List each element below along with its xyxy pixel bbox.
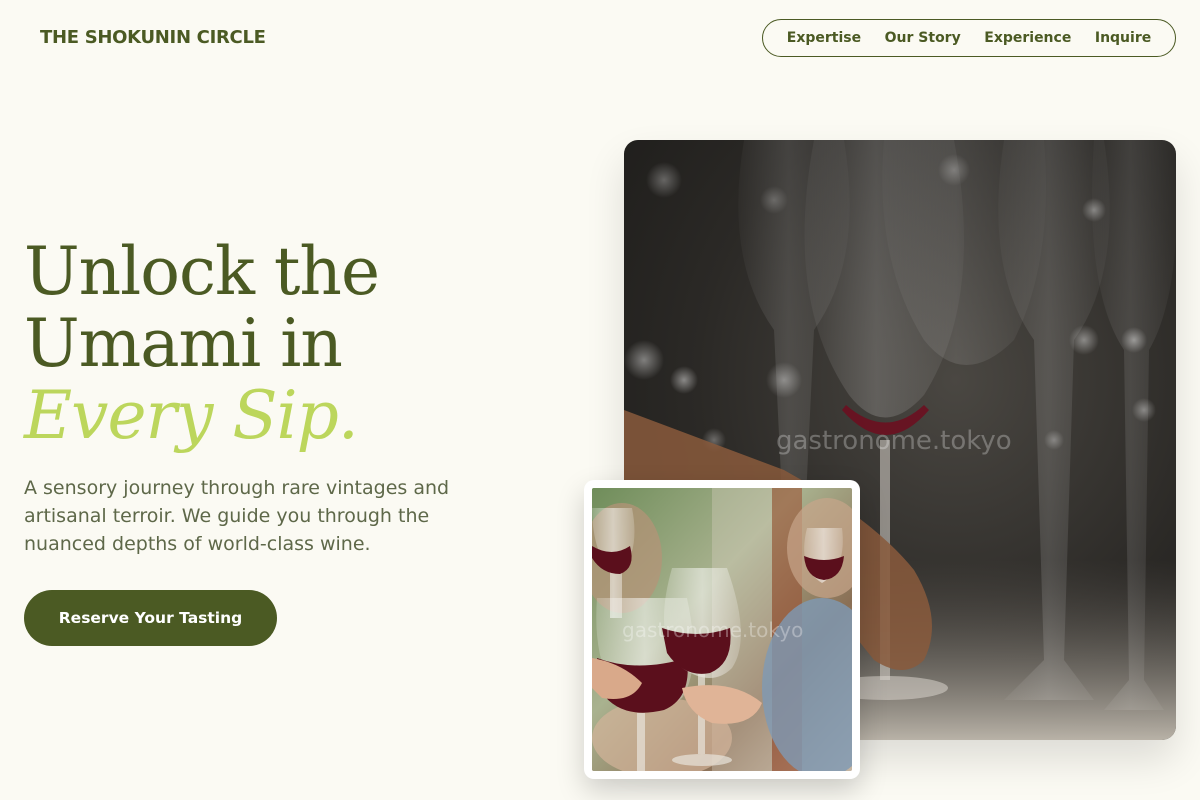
toast-illustration [592,488,852,771]
nav-link-inquire[interactable]: Inquire [1095,30,1151,46]
hero-title-accent: Every Sip. [24,377,359,454]
inset-image-toast: gastronome.tokyo [592,488,852,771]
hero-title-line-2: Umami in [24,305,343,382]
nav-link-our-story[interactable]: Our Story [885,30,961,46]
hero-subtitle: A sensory journey through rare vintages … [24,477,450,555]
site-logo[interactable]: THE SHOKUNIN CIRCLE [40,27,266,48]
reserve-tasting-button[interactable]: Reserve Your Tasting [24,590,277,646]
hero-title: Unlock the Umami in Every Sip. [24,236,544,452]
main-nav: Expertise Our Story Experience Inquire [762,19,1176,57]
nav-link-experience[interactable]: Experience [984,30,1071,46]
nav-link-expertise[interactable]: Expertise [787,30,861,46]
inset-image-card: gastronome.tokyo [584,480,860,779]
landing-page: THE SHOKUNIN CIRCLE Expertise Our Story … [0,0,1200,800]
hero-title-line-1: Unlock the [24,233,380,310]
